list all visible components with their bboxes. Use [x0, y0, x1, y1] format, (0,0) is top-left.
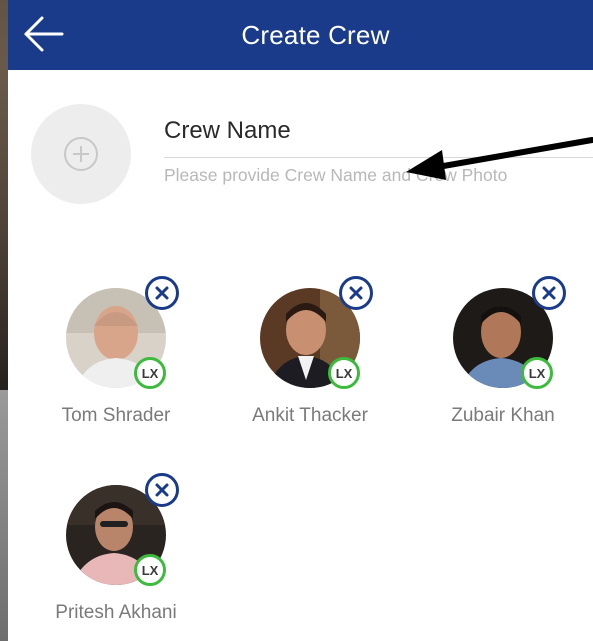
close-icon: [349, 286, 363, 300]
lx-badge: LX: [134, 554, 166, 586]
crew-member-card: LX Tom Shrader: [16, 276, 216, 426]
remove-member-button[interactable]: [532, 276, 566, 310]
close-icon: [155, 483, 169, 497]
member-name: Zubair Khan: [451, 405, 555, 426]
page-title: Create Crew: [241, 19, 390, 50]
back-button[interactable]: [22, 12, 66, 56]
crew-member-card: LX Pritesh Akhani: [16, 473, 216, 623]
remove-member-button[interactable]: [145, 276, 179, 310]
remove-member-button[interactable]: [145, 473, 179, 507]
lx-badge: LX: [134, 357, 166, 389]
arrow-left-icon: [24, 16, 64, 52]
lx-badge: LX: [328, 357, 360, 389]
remove-member-button[interactable]: [339, 276, 373, 310]
header-bar: Create Crew: [8, 0, 593, 70]
annotation-arrow-icon: [406, 137, 593, 180]
crew-member-card: LX Ankit Thacker: [210, 276, 410, 426]
member-name: Ankit Thacker: [252, 405, 368, 426]
member-name: Pritesh Akhani: [55, 602, 177, 623]
add-crew-photo-button[interactable]: [31, 104, 131, 204]
close-icon: [542, 286, 556, 300]
close-icon: [155, 286, 169, 300]
lx-badge: LX: [521, 357, 553, 389]
background-edge: [0, 390, 8, 641]
plus-circle-icon: [64, 137, 98, 171]
member-name: Tom Shrader: [61, 405, 171, 426]
crew-member-card: LX Zubair Khan: [403, 276, 593, 426]
